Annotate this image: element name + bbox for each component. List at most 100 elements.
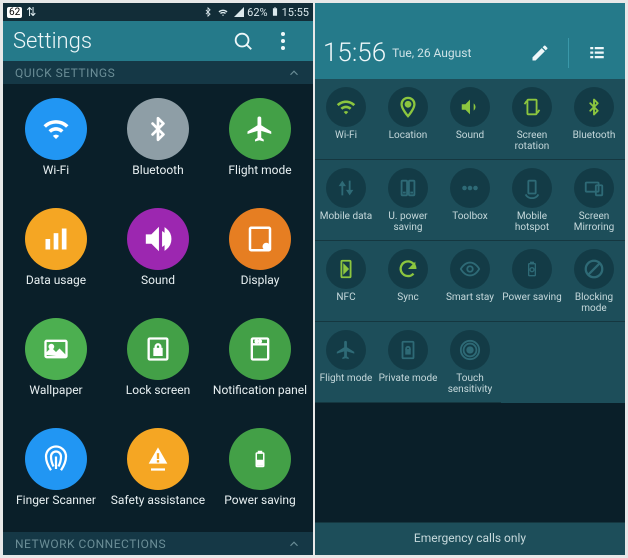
wallpaper-icon [25,318,87,380]
quickpanel-screen: 15:56 Tue, 26 August Wi-Fi Location Sound S… [315,3,625,555]
hotspot-icon [512,168,552,208]
toggle-label: Flight mode [320,374,373,396]
toggle-label: Mobile hotspot [502,212,562,234]
settings-item-data-usage[interactable]: Data usage [5,200,107,310]
settings-item-safety-assistance[interactable]: Safety assistance [107,420,209,530]
settings-item-label: Lock screen [126,384,190,410]
toggle-label: Sound [456,131,484,153]
toggle-wi-fi[interactable]: Wi-Fi [315,79,377,160]
settings-item-display[interactable]: Display [209,200,311,310]
toggle-toolbox[interactable]: Toolbox [439,160,501,241]
settings-item-bluetooth[interactable]: Bluetooth [107,90,209,200]
sound-icon [127,208,189,270]
private-icon [388,330,428,370]
list-view-button[interactable] [577,33,617,73]
toggle-location[interactable]: Location [377,79,439,160]
settings-item-sound[interactable]: Sound [107,200,209,310]
edit-button[interactable] [520,33,560,73]
toggle-label: Bluetooth [573,131,616,153]
battery-badge: 62 [7,7,22,18]
airplane-icon [326,330,366,370]
search-button[interactable] [223,21,263,61]
settings-item-label: Finger Scanner [16,494,96,520]
bt-icon [574,87,614,127]
quick-settings-section[interactable]: QUICK SETTINGS [3,61,313,84]
quick-settings-grid: Wi-Fi Bluetooth Flight mode Data usage Sound… [3,84,313,532]
sync-icon [388,249,428,289]
header-date: Tue, 26 August [392,46,520,60]
status-bar: 62 ⇅ 62% 15:55 [3,3,313,21]
mirror-icon [574,168,614,208]
settings-item-label: Data usage [26,274,86,300]
toggle-sync[interactable]: Sync [377,241,439,322]
display-icon [229,208,291,270]
toggle-screen-rotation[interactable]: Screen rotation [501,79,563,160]
toggle-private-mode[interactable]: Private mode [377,322,439,403]
safety-icon [127,428,189,490]
settings-item-flight-mode[interactable]: Flight mode [209,90,311,200]
toggle-mobile-hotspot[interactable]: Mobile hotspot [501,160,563,241]
toggle-flight-mode[interactable]: Flight mode [315,322,377,403]
sound-icon [450,87,490,127]
toggle-label: U. power saving [378,212,438,234]
toggle-touch-sensitivity[interactable]: Touch sensitivity [439,322,501,403]
lock-icon [127,318,189,380]
rotate-icon [512,87,552,127]
wifi-icon [25,98,87,160]
toggle-blocking-mode[interactable]: Blocking mode [563,241,625,322]
settings-item-wi-fi[interactable]: Wi-Fi [5,90,107,200]
toggle-mobile-data[interactable]: Mobile data [315,160,377,241]
toggle-label: Touch sensitivity [440,374,500,396]
toggle-label: Sync [397,293,418,315]
psave-icon [512,249,552,289]
chevron-up-icon [287,537,301,551]
settings-item-label: Sound [141,274,175,300]
quickpanel-header: 15:56 Tue, 26 August [315,27,625,79]
battery-icon [229,428,291,490]
toggle-bluetooth[interactable]: Bluetooth [563,79,625,160]
settings-item-label: Flight mode [228,164,291,190]
toggle-label: Blocking mode [564,293,624,315]
toggle-sound[interactable]: Sound [439,79,501,160]
toggle-power-saving[interactable]: Power saving [501,241,563,322]
settings-item-label: Bluetooth [132,164,183,190]
section-label: NETWORK CONNECTIONS [15,537,166,551]
settings-item-power-saving[interactable]: Power saving [209,420,311,530]
bars-icon [25,208,87,270]
overflow-menu-button[interactable] [263,21,303,61]
section-label: QUICK SETTINGS [15,66,115,80]
nfc-icon [326,249,366,289]
wifi-status-icon [217,6,229,18]
settings-screen: 62 ⇅ 62% 15:55 Settings QUICK SETTINGS [3,3,313,555]
settings-item-wallpaper[interactable]: Wallpaper [5,310,107,420]
toggle-smart-stay[interactable]: Smart stay [439,241,501,322]
toggle-label: Location [389,131,428,153]
header-time: 15:56 [323,38,386,68]
settings-item-notification-panel[interactable]: Notification panel [209,310,311,420]
nfc-status-icon: ⇅ [26,6,36,18]
toggle-label: Toolbox [452,212,488,234]
status-time: 15:55 [282,6,309,19]
toggle-label: Mobile data [320,212,373,234]
toggle-nfc[interactable]: NFC [315,241,377,322]
bt-icon [127,98,189,160]
toggle-label: NFC [336,293,355,315]
toggle-label: Power saving [502,293,562,315]
toggle-screen-mirroring[interactable]: Screen Mirroring [563,160,625,241]
toggle-label: Screen Mirroring [564,212,624,234]
toggle-u-power-saving[interactable]: U. power saving [377,160,439,241]
separator [568,38,569,68]
network-connections-section[interactable]: NETWORK CONNECTIONS [3,532,313,555]
toolbox-icon [450,168,490,208]
settings-item-label: Power saving [224,494,296,520]
battery-pct: 62% [247,6,267,19]
airplane-icon [229,98,291,160]
settings-item-finger-scanner[interactable]: Finger Scanner [5,420,107,530]
status-bar [315,3,625,27]
settings-item-label: Wi-Fi [43,164,69,190]
notif-icon [229,318,291,380]
settings-item-lock-screen[interactable]: Lock screen [107,310,209,420]
chevron-up-icon [287,66,301,80]
location-icon [388,87,428,127]
footer-status: Emergency calls only [315,522,625,555]
